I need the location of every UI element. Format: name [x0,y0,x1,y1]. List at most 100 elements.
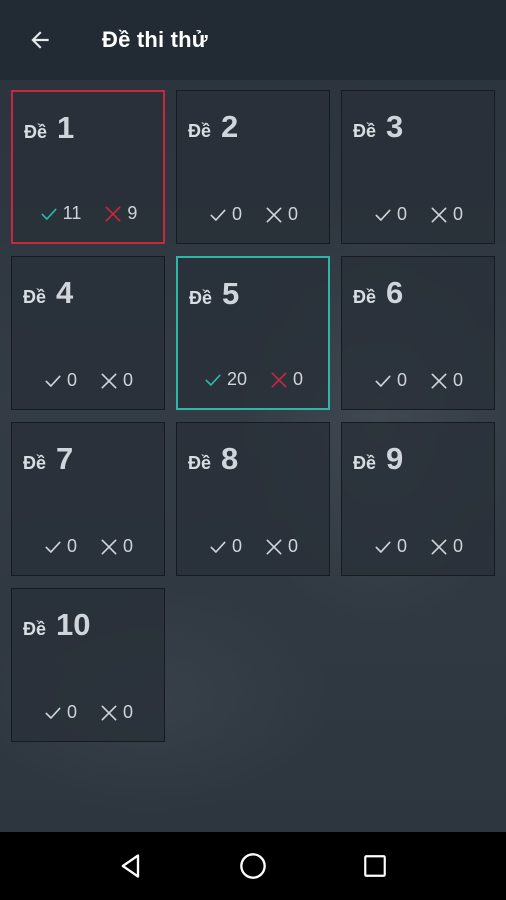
correct-count: 0 [66,370,77,390]
cross-icon [431,539,447,554]
app-bar: Đề thi thử [0,0,506,80]
card-prefix: Đề [353,453,377,473]
correct-stat: 0 [43,370,77,391]
correct-count: 0 [66,702,77,722]
check-icon [45,707,61,719]
triangle-back-icon [121,854,140,878]
card-stats: 00 [12,536,164,557]
card-stats: 00 [342,204,494,225]
circle-home-icon [240,853,266,879]
wrong-count: 0 [453,370,464,390]
card-title: Đề 9 [353,441,403,477]
check-icon [375,541,391,553]
card-prefix: Đề [23,619,47,639]
test-card-5[interactable]: Đề 5 20 0 [176,256,330,410]
check-icon [210,541,226,553]
card-title: Đề 1 [24,110,74,146]
wrong-count: 0 [453,204,464,224]
test-card-8[interactable]: Đề 8 0 0 [176,422,330,576]
correct-count: 0 [396,204,407,224]
cross-icon [266,207,282,222]
nav-recents-button[interactable] [355,846,395,886]
cross-icon [101,539,117,554]
wrong-stat: 0 [429,536,463,557]
card-stats: 11 9 [13,203,163,224]
test-card-2[interactable]: Đề 2 0 0 [176,90,330,244]
correct-stat: 0 [43,702,77,723]
arrow-left-icon [31,31,49,49]
correct-stat: 0 [373,370,407,391]
correct-count: 0 [231,204,242,224]
correct-count: 0 [66,536,77,556]
card-title: Đề 5 [189,276,239,312]
card-prefix: Đề [188,121,212,141]
wrong-count: 9 [127,203,138,223]
card-number: 3 [386,109,404,144]
square-recents-icon [364,855,386,877]
card-prefix: Đề [353,121,377,141]
wrong-stat: 0 [99,702,133,723]
cross-icon [105,206,121,221]
screen: Đề thi thử Đề 1 11 9 Đề 2 0 0 Đề 3 0 0 Đề 4 0 0 Đề 5 20 0 Đề… [0,0,506,900]
test-card-6[interactable]: Đề 6 0 0 [341,256,495,410]
card-prefix: Đề [23,453,47,473]
card-stats: 00 [177,204,329,225]
test-card-1[interactable]: Đề 1 11 9 [11,90,165,244]
card-number: 8 [221,441,239,476]
check-icon [45,375,61,387]
correct-count: 0 [396,370,407,390]
card-prefix: Đề [353,287,377,307]
check-icon [45,541,61,553]
card-stats: 00 [342,370,494,391]
cross-icon [101,705,117,720]
wrong-stat: 0 [269,369,303,390]
card-prefix: Đề [188,453,212,473]
test-card-3[interactable]: Đề 3 0 0 [341,90,495,244]
correct-count: 11 [62,203,82,223]
wrong-stat: 0 [99,370,133,391]
correct-stat: 11 [39,203,82,224]
wrong-stat: 0 [264,536,298,557]
card-title: Đề 2 [188,109,238,145]
card-number: 1 [57,110,75,145]
card-title: Đề 6 [353,275,403,311]
cross-icon [431,207,447,222]
nav-back-button[interactable] [111,846,151,886]
cross-icon [271,372,287,387]
card-title: Đề 7 [23,441,73,477]
correct-stat: 0 [373,536,407,557]
card-stats: 00 [12,702,164,723]
card-stats: 00 [177,536,329,557]
correct-stat: 0 [373,204,407,225]
page-title: Đề thi thử [102,27,208,52]
card-number: 7 [56,441,74,476]
wrong-count: 0 [123,370,134,390]
wrong-stat: 0 [429,204,463,225]
card-number: 6 [386,275,404,310]
test-card-9[interactable]: Đề 9 0 0 [341,422,495,576]
wrong-count: 0 [123,536,134,556]
wrong-stat: 9 [103,203,137,224]
nav-home-button[interactable] [233,846,273,886]
check-icon [375,375,391,387]
card-title: Đề 10 [23,607,91,643]
card-number: 5 [222,276,240,311]
cross-icon [101,373,117,388]
correct-count: 0 [231,536,242,556]
back-button[interactable] [20,20,60,60]
test-card-7[interactable]: Đề 7 0 0 [11,422,165,576]
system-nav-bar [0,832,506,900]
card-prefix: Đề [23,287,47,307]
card-stats: 20 0 [178,369,328,390]
wrong-stat: 0 [99,536,133,557]
test-card-4[interactable]: Đề 4 0 0 [11,256,165,410]
card-title: Đề 3 [353,109,403,145]
test-card-10[interactable]: Đề 10 0 0 [11,588,165,742]
correct-stat: 20 [203,369,247,390]
card-prefix: Đề [189,288,213,308]
card-number: 10 [56,607,91,642]
wrong-stat: 0 [264,204,298,225]
wrong-count: 0 [123,702,134,722]
cross-icon [266,539,282,554]
wrong-count: 0 [293,369,304,389]
